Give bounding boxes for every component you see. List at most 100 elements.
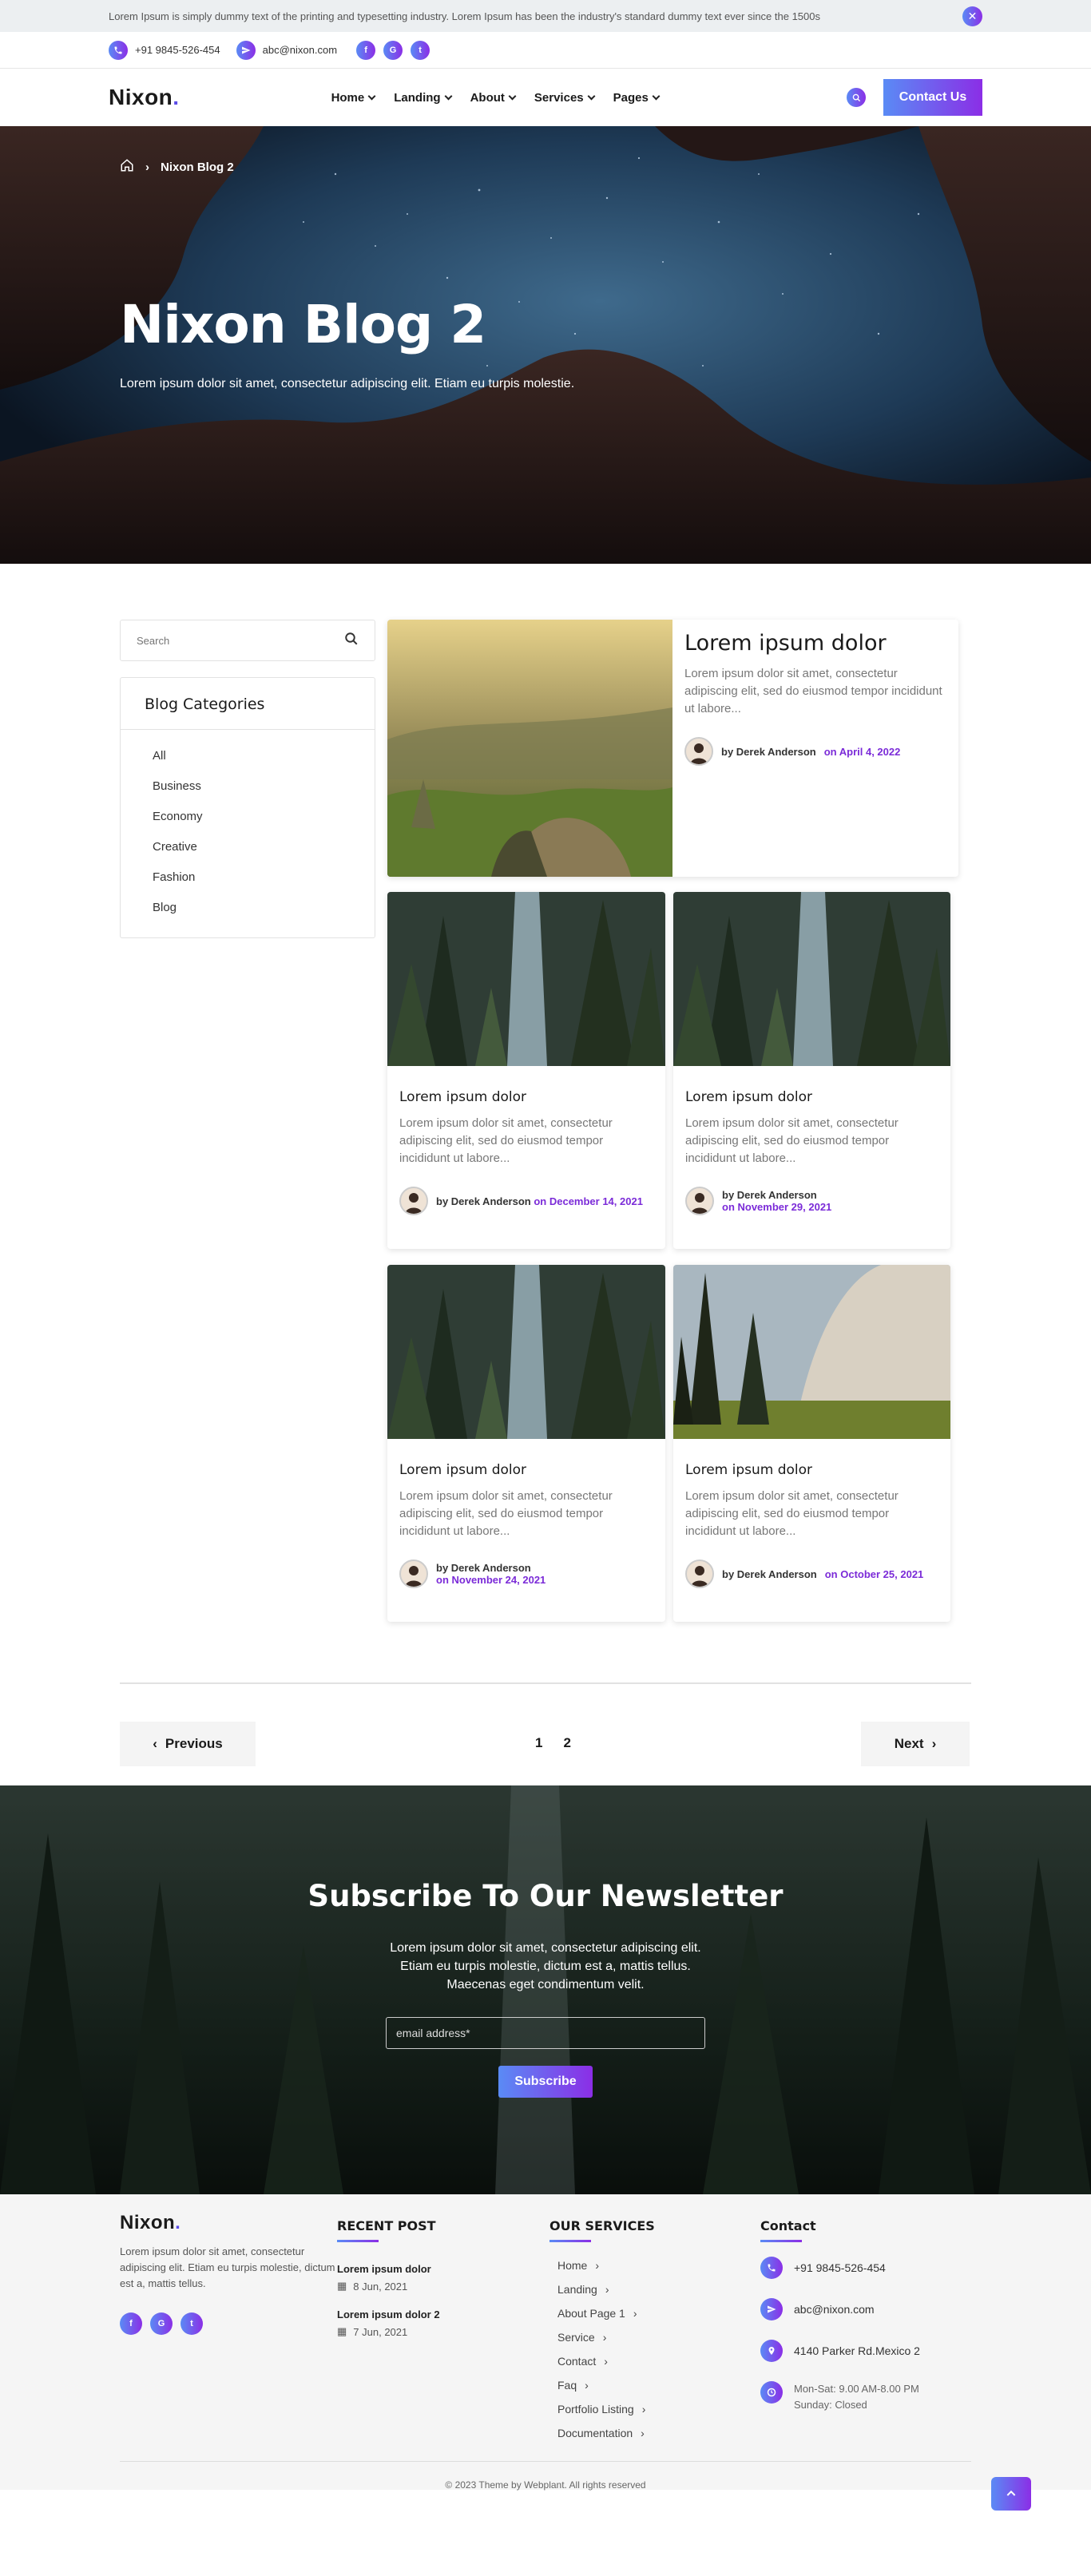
recent-post-title[interactable]: Lorem ipsum dolor 2 [337,2308,513,2320]
avatar [399,1559,428,1588]
nav-item-services[interactable]: Services [534,91,596,105]
search-icon[interactable] [344,632,359,650]
logo-text: Nixon [120,2212,176,2233]
category-blog[interactable]: Blog [153,893,343,923]
main-navbar: Nixon. Home Landing About Services Pages… [0,69,1091,126]
category-fashion[interactable]: Fashion [153,862,343,893]
search-input[interactable] [137,634,312,647]
post-excerpt: Lorem ipsum dolor sit amet, consectetur … [399,1489,613,1538]
category-economy[interactable]: Economy [153,802,343,832]
logo[interactable]: Nixon. [109,85,180,110]
post-meta: by Derek Anderson on April 4, 2022 [684,737,942,766]
footer-link-home[interactable]: Home › [557,2253,733,2277]
footer-phone[interactable]: +91 9845-526-454 [760,2257,971,2279]
search-box [120,620,375,661]
featured-post-card[interactable]: Lorem ipsum dolor Lorem ipsum dolor sit … [387,620,958,877]
footer-link-about[interactable]: About Page 1 › [557,2301,733,2325]
post-author[interactable]: by Derek Anderson [721,746,816,758]
footer-hours-text: Mon-Sat: 9.00 AM-8.00 PM Sunday: Closed [794,2383,919,2411]
scroll-to-top-button[interactable] [991,2477,1031,2511]
facebook-icon[interactable]: f [120,2312,142,2335]
post-title[interactable]: Lorem ipsum dolor [684,631,942,656]
footer-logo[interactable]: Nixon. [120,2212,335,2234]
breadcrumb-current: Nixon Blog 2 [161,160,234,174]
recent-post-heading: RECENT POST [337,2218,436,2233]
services-heading: OUR SERVICES [549,2218,655,2233]
calendar-icon: ▦ [337,2280,347,2292]
post-card[interactable]: Lorem ipsum dolor Lorem ipsum dolor sit … [673,892,950,1249]
chevron-right-icon: › [931,1736,937,1751]
post-title[interactable]: Lorem ipsum dolor [685,1089,938,1105]
email-field[interactable] [386,2017,705,2049]
nav-item-about[interactable]: About [470,91,517,105]
recent-post-title[interactable]: Lorem ipsum dolor [337,2263,513,2275]
page-numbers: 1 2 [535,1735,571,1751]
divider [120,1682,971,1684]
post-author[interactable]: by Derek Anderson [722,1568,817,1580]
subscribe-button[interactable]: Subscribe [498,2066,593,2098]
chevron-up-icon [1006,2490,1016,2496]
google-icon[interactable]: G [150,2312,173,2335]
post-excerpt: Lorem ipsum dolor sit amet, consectetur … [684,667,942,715]
post-meta: by Derek Anderson on December 14, 2021 [399,1187,653,1215]
post-title[interactable]: Lorem ipsum dolor [399,1089,653,1105]
search-icon[interactable] [847,88,866,107]
facebook-icon[interactable]: f [356,40,376,60]
nav-item-landing[interactable]: Landing [394,91,453,105]
category-all[interactable]: All [153,741,343,771]
post-date: on October 25, 2021 [824,1567,924,1580]
previous-label: Previous [165,1736,223,1751]
close-icon[interactable]: ✕ [962,6,982,26]
google-icon[interactable]: G [383,40,403,60]
breadcrumb: › Nixon Blog 2 [120,158,234,176]
category-creative[interactable]: Creative [153,832,343,862]
featured-post-image [387,620,672,877]
next-button[interactable]: Next › [861,1722,970,1766]
email-text: abc@nixon.com [262,44,338,56]
email-link[interactable]: abc@nixon.com [236,40,338,60]
twitter-icon[interactable]: t [181,2312,203,2335]
post-date: on November 29, 2021 [722,1201,832,1213]
post-card[interactable]: Lorem ipsum dolor Lorem ipsum dolor sit … [673,1265,950,1622]
post-date: on December 14, 2021 [534,1195,643,1207]
chevron-right-icon: › [585,2379,589,2392]
post-card[interactable]: Lorem ipsum dolor Lorem ipsum dolor sit … [387,892,665,1249]
post-author[interactable]: by Derek Anderson [436,1562,531,1574]
contact-us-button[interactable]: Contact Us [883,79,982,116]
post-title[interactable]: Lorem ipsum dolor [399,1462,653,1478]
chevron-down-icon [652,92,661,100]
footer-link-service[interactable]: Service › [557,2325,733,2349]
page-1[interactable]: 1 [535,1735,542,1751]
post-card[interactable]: Lorem ipsum dolor Lorem ipsum dolor sit … [387,1265,665,1622]
home-icon[interactable] [120,158,134,176]
footer-link-landing[interactable]: Landing › [557,2277,733,2301]
page-2[interactable]: 2 [563,1735,570,1751]
twitter-icon[interactable]: t [411,40,430,60]
nav-item-pages[interactable]: Pages [613,91,661,105]
category-business[interactable]: Business [153,771,343,802]
post-title[interactable]: Lorem ipsum dolor [685,1462,938,1478]
post-author[interactable]: by Derek Anderson [722,1189,817,1201]
post-meta: by Derek Anderson on November 24, 2021 [399,1559,653,1588]
footer-about: Nixon. Lorem ipsum dolor sit amet, conse… [120,2212,335,2335]
post-excerpt: Lorem ipsum dolor sit amet, consectetur … [685,1489,899,1538]
footer-link-portfolio[interactable]: Portfolio Listing › [557,2397,733,2421]
footer-link-contact[interactable]: Contact › [557,2349,733,2373]
footer-link-faq[interactable]: Faq › [557,2373,733,2397]
page-title: Nixon Blog 2 [120,294,486,355]
newsletter-title: Subscribe To Our Newsletter [307,1879,784,1913]
chevron-right-icon: › [641,2403,646,2415]
footer-link-documentation[interactable]: Documentation › [557,2421,733,2445]
recent-post-item[interactable]: Lorem ipsum dolor 2 ▦ 7 Jun, 2021 [337,2308,513,2338]
nav-item-home[interactable]: Home [331,90,376,105]
recent-post-item[interactable]: Lorem ipsum dolor ▦ 8 Jun, 2021 [337,2263,513,2293]
footer-link-label: Home [557,2259,588,2272]
post-author[interactable]: by Derek Anderson [436,1195,531,1207]
nav-label: Home [331,90,365,105]
phone-link[interactable]: +91 9845-526-454 [109,40,220,60]
post-image-waterfall [387,1265,665,1439]
previous-button[interactable]: ‹ Previous [120,1722,256,1766]
footer-email[interactable]: abc@nixon.com [760,2298,971,2320]
phone-icon [109,40,128,60]
newsletter-section: Subscribe To Our Newsletter Lorem ipsum … [0,1785,1091,2194]
